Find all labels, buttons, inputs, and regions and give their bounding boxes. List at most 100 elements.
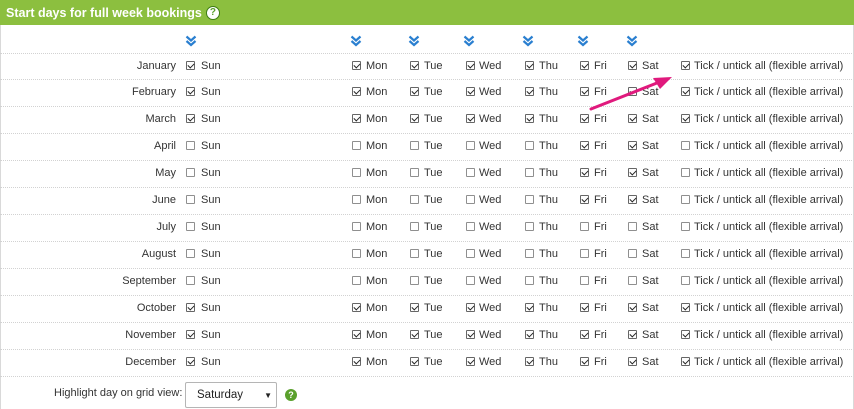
checkbox-april-wed[interactable] [466, 141, 475, 150]
help-icon[interactable]: ? [285, 389, 297, 401]
tick-all-checkbox[interactable] [681, 141, 690, 150]
checkbox-june-sun[interactable] [186, 195, 195, 204]
checkbox-october-sun[interactable] [186, 303, 195, 312]
tick-all-checkbox[interactable] [681, 357, 690, 366]
checkbox-october-sat[interactable] [628, 303, 637, 312]
checkbox-june-thu[interactable] [525, 195, 534, 204]
checkbox-may-sun[interactable] [186, 168, 195, 177]
checkbox-march-wed[interactable] [466, 114, 475, 123]
checkbox-april-sat[interactable] [628, 141, 637, 150]
checkbox-may-thu[interactable] [525, 168, 534, 177]
select-column-fri-icon[interactable] [577, 35, 589, 47]
checkbox-june-fri[interactable] [580, 195, 589, 204]
checkbox-march-sat[interactable] [628, 114, 637, 123]
select-column-sun-icon[interactable] [185, 35, 197, 47]
checkbox-november-mon[interactable] [352, 330, 361, 339]
checkbox-june-wed[interactable] [466, 195, 475, 204]
checkbox-november-sun[interactable] [186, 330, 195, 339]
tick-all-checkbox[interactable] [681, 195, 690, 204]
checkbox-august-sat[interactable] [628, 249, 637, 258]
checkbox-september-mon[interactable] [352, 276, 361, 285]
checkbox-january-sat[interactable] [628, 61, 637, 70]
checkbox-july-sat[interactable] [628, 222, 637, 231]
select-column-wed-icon[interactable] [463, 35, 475, 47]
tick-all-checkbox[interactable] [681, 168, 690, 177]
help-icon[interactable]: ? [205, 5, 220, 20]
checkbox-january-thu[interactable] [525, 61, 534, 70]
checkbox-july-fri[interactable] [580, 222, 589, 231]
select-column-mon-icon[interactable] [350, 35, 362, 47]
checkbox-december-thu[interactable] [525, 357, 534, 366]
checkbox-december-mon[interactable] [352, 357, 361, 366]
checkbox-october-fri[interactable] [580, 303, 589, 312]
checkbox-january-mon[interactable] [352, 61, 361, 70]
checkbox-may-wed[interactable] [466, 168, 475, 177]
checkbox-october-tue[interactable] [410, 303, 419, 312]
checkbox-january-sun[interactable] [186, 61, 195, 70]
checkbox-may-mon[interactable] [352, 168, 361, 177]
checkbox-august-thu[interactable] [525, 249, 534, 258]
checkbox-november-wed[interactable] [466, 330, 475, 339]
checkbox-january-wed[interactable] [466, 61, 475, 70]
checkbox-august-tue[interactable] [410, 249, 419, 258]
checkbox-march-thu[interactable] [525, 114, 534, 123]
checkbox-august-mon[interactable] [352, 249, 361, 258]
checkbox-july-tue[interactable] [410, 222, 419, 231]
checkbox-march-fri[interactable] [580, 114, 589, 123]
checkbox-december-wed[interactable] [466, 357, 475, 366]
checkbox-october-wed[interactable] [466, 303, 475, 312]
select-column-tue-icon[interactable] [408, 35, 420, 47]
tick-all-checkbox[interactable] [681, 303, 690, 312]
checkbox-december-sat[interactable] [628, 357, 637, 366]
select-column-sat-icon[interactable] [626, 35, 638, 47]
checkbox-july-mon[interactable] [352, 222, 361, 231]
tick-all-checkbox[interactable] [681, 61, 690, 70]
checkbox-february-thu[interactable] [525, 87, 534, 96]
checkbox-february-sun[interactable] [186, 87, 195, 96]
tick-all-checkbox[interactable] [681, 276, 690, 285]
checkbox-february-mon[interactable] [352, 87, 361, 96]
checkbox-july-sun[interactable] [186, 222, 195, 231]
tick-all-checkbox[interactable] [681, 87, 690, 96]
checkbox-july-wed[interactable] [466, 222, 475, 231]
checkbox-february-wed[interactable] [466, 87, 475, 96]
checkbox-december-tue[interactable] [410, 357, 419, 366]
checkbox-december-sun[interactable] [186, 357, 195, 366]
select-column-thu-icon[interactable] [522, 35, 534, 47]
checkbox-november-thu[interactable] [525, 330, 534, 339]
checkbox-april-sun[interactable] [186, 141, 195, 150]
checkbox-february-tue[interactable] [410, 87, 419, 96]
checkbox-march-mon[interactable] [352, 114, 361, 123]
checkbox-april-thu[interactable] [525, 141, 534, 150]
checkbox-february-fri[interactable] [580, 87, 589, 96]
checkbox-october-thu[interactable] [525, 303, 534, 312]
checkbox-september-sat[interactable] [628, 276, 637, 285]
tick-all-checkbox[interactable] [681, 114, 690, 123]
checkbox-november-tue[interactable] [410, 330, 419, 339]
checkbox-august-sun[interactable] [186, 249, 195, 258]
checkbox-august-fri[interactable] [580, 249, 589, 258]
checkbox-january-fri[interactable] [580, 61, 589, 70]
checkbox-march-sun[interactable] [186, 114, 195, 123]
checkbox-june-mon[interactable] [352, 195, 361, 204]
checkbox-april-fri[interactable] [580, 141, 589, 150]
checkbox-september-wed[interactable] [466, 276, 475, 285]
checkbox-march-tue[interactable] [410, 114, 419, 123]
checkbox-april-tue[interactable] [410, 141, 419, 150]
checkbox-july-thu[interactable] [525, 222, 534, 231]
checkbox-november-fri[interactable] [580, 330, 589, 339]
checkbox-august-wed[interactable] [466, 249, 475, 258]
highlight-day-select[interactable]: Saturday ▼ [185, 382, 277, 408]
checkbox-june-sat[interactable] [628, 195, 637, 204]
checkbox-september-fri[interactable] [580, 276, 589, 285]
checkbox-january-tue[interactable] [410, 61, 419, 70]
checkbox-june-tue[interactable] [410, 195, 419, 204]
tick-all-checkbox[interactable] [681, 330, 690, 339]
checkbox-december-fri[interactable] [580, 357, 589, 366]
checkbox-may-fri[interactable] [580, 168, 589, 177]
checkbox-may-sat[interactable] [628, 168, 637, 177]
checkbox-february-sat[interactable] [628, 87, 637, 96]
tick-all-checkbox[interactable] [681, 222, 690, 231]
tick-all-checkbox[interactable] [681, 249, 690, 258]
checkbox-september-tue[interactable] [410, 276, 419, 285]
